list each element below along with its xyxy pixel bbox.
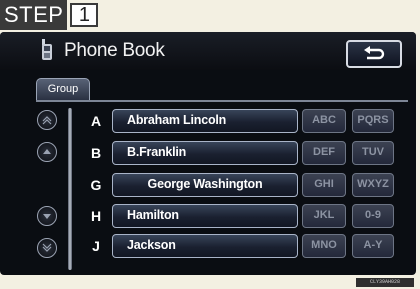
phone-icon [42, 39, 52, 60]
row-letter: A [90, 113, 102, 129]
row-letter: H [90, 208, 102, 224]
index-button-jkl[interactable]: JKL [302, 204, 346, 228]
index-button-wxyz[interactable]: WXYZ [352, 173, 394, 197]
index-button-pqrs[interactable]: PQRS [352, 109, 394, 133]
step-badge: STEP 1 [0, 0, 99, 30]
step-label: STEP [0, 0, 68, 30]
step-number: 1 [70, 3, 99, 27]
index-button-mno[interactable]: MNO [302, 234, 346, 258]
page-up-icon [43, 149, 51, 154]
tab-group[interactable]: Group [36, 78, 90, 100]
row-letter: B [90, 145, 102, 161]
contact-entry[interactable]: George Washington [112, 173, 298, 197]
phone-book-screen: Phone Book Group A Abraham Lincoln B B.F… [0, 32, 416, 275]
contact-entry[interactable]: Abraham Lincoln [112, 109, 298, 133]
back-button[interactable] [346, 40, 402, 68]
page-up-fast-button[interactable] [37, 110, 57, 130]
scrollbar[interactable] [68, 108, 72, 270]
contact-entry[interactable]: Jackson [112, 234, 298, 258]
page-down-fast-button[interactable] [37, 238, 57, 258]
page-up-fast-icon [42, 116, 52, 125]
page-up-button[interactable] [37, 142, 57, 162]
page-down-icon [43, 214, 51, 219]
return-arrow-icon [364, 46, 385, 60]
index-button-def[interactable]: DEF [302, 141, 346, 165]
header: Phone Book [0, 32, 416, 72]
row-letter: G [90, 177, 102, 193]
index-button-0-9[interactable]: 0-9 [352, 204, 394, 228]
row-letter: J [92, 238, 100, 254]
contact-entry[interactable]: Hamilton [112, 204, 298, 228]
image-code: CLY39AH028 [356, 278, 414, 287]
page-down-button[interactable] [37, 206, 57, 226]
index-button-a-y[interactable]: A-Y [352, 234, 394, 258]
index-button-abc[interactable]: ABC [302, 109, 346, 133]
index-button-ghi[interactable]: GHI [302, 173, 346, 197]
page-down-fast-icon [42, 243, 52, 252]
page-title: Phone Book [64, 40, 165, 61]
index-button-tuv[interactable]: TUV [352, 141, 394, 165]
tab-underline [36, 100, 408, 102]
contact-entry[interactable]: B.Franklin [112, 141, 298, 165]
